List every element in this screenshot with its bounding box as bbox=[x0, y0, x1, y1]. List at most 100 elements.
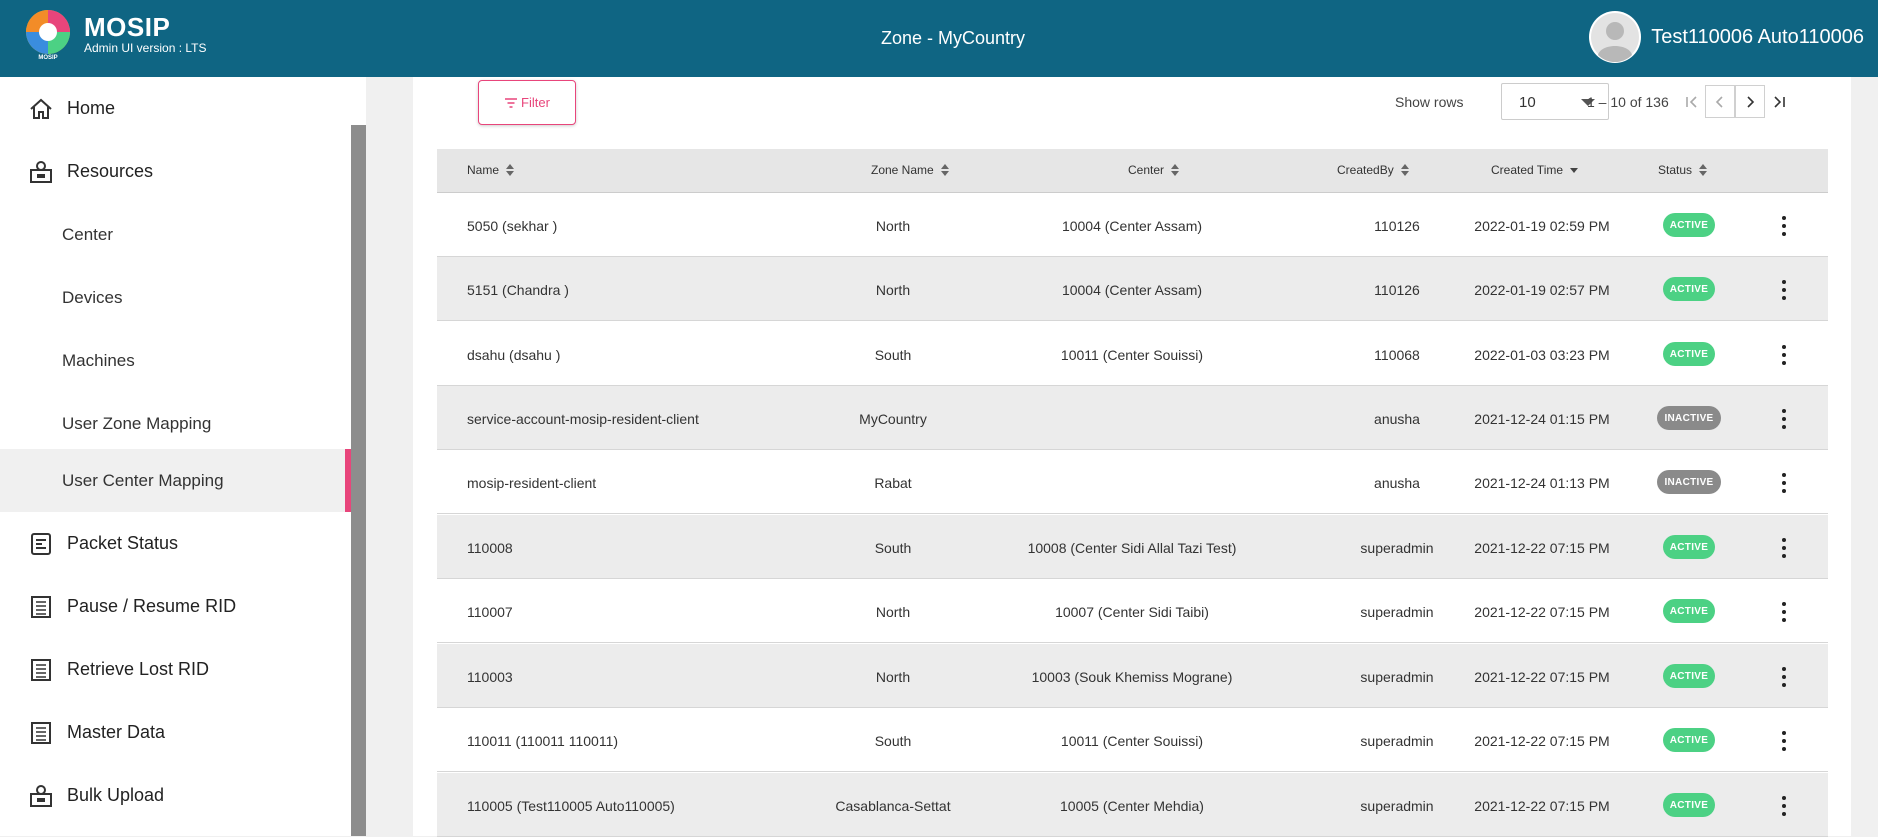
user-menu[interactable]: Test110006 Auto110006 bbox=[1589, 11, 1864, 63]
upload-icon bbox=[30, 784, 52, 807]
sidebar-item-pause-resume-rid[interactable]: Pause / Resume RID bbox=[0, 575, 352, 638]
table-row[interactable]: 5050 (sekhar ) North 10004 (Center Assam) 1… bbox=[437, 193, 1828, 257]
svg-text:MOSIP: MOSIP bbox=[38, 55, 57, 60]
status-badge: ACTIVE bbox=[1663, 277, 1715, 301]
cell-created-by: 110126 bbox=[1374, 218, 1420, 234]
home-icon bbox=[30, 98, 52, 119]
cell-created-time: 2021-12-24 01:13 PM bbox=[1474, 475, 1610, 491]
cell-created-by: superadmin bbox=[1360, 733, 1434, 749]
cell-zone-name: North bbox=[875, 218, 911, 234]
sidebar-item-master-data[interactable]: Master Data bbox=[0, 701, 352, 764]
cell-name: mosip-resident-client bbox=[467, 475, 597, 491]
previous-page-button[interactable] bbox=[1705, 85, 1735, 118]
more-options-icon[interactable] bbox=[1774, 795, 1794, 817]
sidebar-item-label: Resources bbox=[67, 161, 154, 181]
sidebar-item-label: Home bbox=[67, 98, 116, 118]
cell-name: dsahu (dsahu ) bbox=[467, 347, 561, 363]
sidebar-scroll-thumb[interactable] bbox=[351, 125, 366, 836]
table-row[interactable]: mosip-resident-client Rabat anusha 2021-12-… bbox=[437, 450, 1828, 514]
status-badge: ACTIVE bbox=[1663, 213, 1715, 237]
column-header-name[interactable]: Name bbox=[467, 163, 515, 178]
filter-button[interactable]: Filter bbox=[478, 80, 576, 125]
sidebar-item-packet-status[interactable]: Packet Status bbox=[0, 512, 352, 575]
more-options-icon[interactable] bbox=[1774, 601, 1794, 623]
avatar[interactable] bbox=[1589, 11, 1642, 63]
cell-created-by: 110126 bbox=[1374, 282, 1420, 298]
sidebar-item-machines[interactable]: Machines bbox=[0, 329, 352, 392]
first-page-button[interactable] bbox=[1677, 85, 1707, 118]
cell-created-time: 2021-12-22 07:15 PM bbox=[1474, 604, 1610, 620]
status-badge: ACTIVE bbox=[1663, 599, 1715, 623]
show-rows-label: Show rows bbox=[1395, 94, 1464, 110]
sort-icon[interactable] bbox=[506, 163, 515, 177]
cell-created-by: anusha bbox=[1374, 475, 1420, 491]
sidebar-item-center[interactable]: Center bbox=[0, 203, 352, 266]
cell-zone-name: North bbox=[875, 669, 911, 685]
sort-icon[interactable] bbox=[1699, 163, 1708, 177]
cell-center: 10005 (Center Mehdia) bbox=[1060, 798, 1204, 814]
packet-status-icon bbox=[31, 532, 51, 555]
rows-per-page-value: 10 bbox=[1519, 94, 1536, 111]
more-options-icon[interactable] bbox=[1774, 666, 1794, 688]
first-page-icon bbox=[1686, 95, 1697, 108]
sidebar-item-user-center-mapping[interactable]: User Center Mapping bbox=[0, 449, 352, 512]
sidebar-item-label: User Zone Mapping bbox=[62, 413, 212, 433]
status-badge: ACTIVE bbox=[1663, 535, 1715, 559]
more-options-icon[interactable] bbox=[1774, 344, 1794, 366]
sidebar-item-retrieve-lost-rid[interactable]: Retrieve Lost RID bbox=[0, 638, 352, 701]
sort-icon[interactable] bbox=[1400, 163, 1409, 177]
cell-center: 10011 (Center Souissi) bbox=[1060, 347, 1204, 363]
cell-zone-name: South bbox=[874, 347, 912, 363]
cell-zone-name: South bbox=[874, 540, 912, 556]
sidebar-item-resources[interactable]: Resources bbox=[0, 140, 352, 203]
more-options-icon[interactable] bbox=[1774, 730, 1794, 752]
status-badge: ACTIVE bbox=[1663, 664, 1715, 688]
more-options-icon[interactable] bbox=[1774, 215, 1794, 237]
resources-icon bbox=[30, 160, 52, 183]
cell-name: 5151 (Chandra ) bbox=[467, 282, 569, 298]
more-options-icon[interactable] bbox=[1774, 279, 1794, 301]
column-label: Created Time bbox=[1491, 163, 1564, 177]
table-row[interactable]: 110011 (110011 110011) South 10011 (Center… bbox=[437, 708, 1828, 772]
cell-created-time: 2021-12-22 07:15 PM bbox=[1474, 669, 1610, 685]
list-icon bbox=[31, 721, 51, 744]
sidebar-item-label: Bulk Upload bbox=[67, 785, 165, 805]
cell-created-by: anusha bbox=[1374, 411, 1420, 427]
more-options-icon[interactable] bbox=[1774, 537, 1794, 559]
column-header-created-by[interactable]: CreatedBy bbox=[1337, 163, 1409, 178]
sort-descending-icon[interactable] bbox=[1570, 163, 1579, 177]
more-options-icon[interactable] bbox=[1774, 472, 1794, 494]
status-badge: ACTIVE bbox=[1663, 342, 1715, 366]
sidebar-item-label: User Center Mapping bbox=[62, 470, 224, 490]
cell-created-time: 2021-12-22 07:15 PM bbox=[1474, 798, 1610, 814]
table-row[interactable]: dsahu (dsahu ) South 10011 (Center Souissi… bbox=[437, 322, 1828, 386]
column-header-center[interactable]: Center bbox=[1128, 163, 1180, 178]
table-row[interactable]: 110007 North 10007 (Center Sidi Taibi) supe… bbox=[437, 579, 1828, 643]
sort-icon[interactable] bbox=[1171, 163, 1180, 177]
next-page-button[interactable] bbox=[1735, 85, 1765, 118]
table-row[interactable]: 5151 (Chandra ) North 10004 (Center Assam)… bbox=[437, 257, 1828, 321]
sidebar-item-label: Pause / Resume RID bbox=[67, 596, 237, 616]
sidebar-item-label: Retrieve Lost RID bbox=[67, 659, 210, 679]
cell-center: 10004 (Center Assam) bbox=[1061, 282, 1203, 298]
column-header-status[interactable]: Status bbox=[1658, 163, 1708, 178]
sidebar-item-devices[interactable]: Devices bbox=[0, 266, 352, 329]
sidebar-item-user-zone-mapping[interactable]: User Zone Mapping bbox=[0, 392, 352, 455]
sort-icon[interactable] bbox=[940, 163, 949, 177]
table-row[interactable]: service-account-mosip-resident-client MyC… bbox=[437, 386, 1828, 450]
table-row[interactable]: 110008 South 10008 (Center Sidi Allal Tazi… bbox=[437, 515, 1828, 579]
cell-created-by: superadmin bbox=[1360, 798, 1434, 814]
column-label: Center bbox=[1128, 163, 1165, 177]
cell-name: 110007 bbox=[467, 604, 513, 620]
last-page-button[interactable] bbox=[1764, 85, 1794, 118]
sidebar-item-home[interactable]: Home bbox=[0, 77, 352, 140]
column-header-zone-name[interactable]: Zone Name bbox=[871, 163, 949, 178]
more-options-icon[interactable] bbox=[1774, 408, 1794, 430]
column-header-created-time[interactable]: Created Time bbox=[1491, 163, 1579, 178]
table-row[interactable]: 110003 North 10003 (Souk Khemiss Mograne) s… bbox=[437, 644, 1828, 708]
app-header: MOSIP MOSIP Admin UI version : LTS Zone … bbox=[0, 0, 1878, 77]
status-badge: ACTIVE bbox=[1663, 793, 1715, 817]
sidebar-item-bulk-upload[interactable]: Bulk Upload bbox=[0, 764, 352, 827]
chevron-left-icon bbox=[1715, 95, 1723, 108]
table-row[interactable]: 110005 (Test110005 Auto110005) Casablanca… bbox=[437, 773, 1828, 837]
